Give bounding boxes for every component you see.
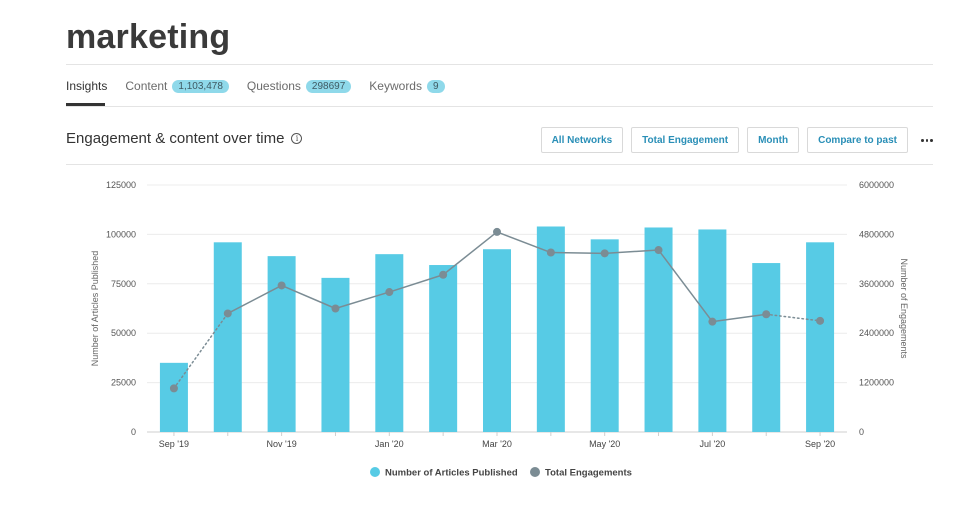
point-engagements [546, 248, 555, 257]
info-icon[interactable]: i [291, 133, 303, 144]
bar-articles [752, 263, 781, 432]
x-tick-label: Nov '19 [266, 439, 296, 449]
y-tick-label: 100000 [106, 229, 136, 239]
line-segment-engagements [389, 274, 444, 293]
point-engagements [654, 246, 663, 255]
more-options-icon[interactable] [920, 128, 934, 152]
chart-toolbar: All Networks Total Engagement Month Comp… [533, 127, 934, 153]
x-tick-label: Jul '20 [700, 439, 726, 449]
bar-articles [267, 256, 296, 432]
point-engagements [816, 316, 825, 325]
point-engagements [708, 317, 717, 326]
x-tick-label: Sep '19 [159, 439, 189, 449]
legend-label-engagements: Total Engagements [545, 468, 632, 479]
y2-tick-label: 2400000 [859, 328, 894, 338]
line-segment-engagements [657, 249, 713, 323]
tab-questions[interactable]: Questions 298697 [246, 78, 352, 94]
divider [66, 164, 933, 165]
bar-articles [536, 226, 565, 432]
bar-articles [483, 249, 511, 432]
metric-dropdown[interactable]: Total Engagement [631, 127, 740, 153]
y-tick-label: 25000 [111, 378, 136, 388]
y2-tick-label: 1200000 [859, 378, 894, 388]
tab-content[interactable]: Content 1,103,478 [125, 78, 229, 94]
point-engagements [762, 310, 771, 319]
y-tick-label: 75000 [111, 279, 136, 289]
point-engagements [385, 288, 394, 297]
line-segment-engagements [712, 313, 767, 323]
section-header: Engagement & content over time i [66, 130, 303, 147]
y2-axis-title: Number of Engagements [899, 258, 909, 359]
period-dropdown[interactable]: Month [747, 127, 800, 153]
point-engagements [169, 384, 178, 393]
count-badge: 1,103,478 [172, 79, 229, 93]
count-badge: 9 [426, 79, 445, 93]
line-segment-engagements [496, 231, 552, 254]
point-engagements [493, 227, 501, 236]
tab-keywords[interactable]: Keywords 9 [369, 78, 445, 94]
section-title: Engagement & content over time [66, 130, 285, 147]
bar-articles [375, 254, 404, 432]
bar-articles [159, 362, 188, 432]
tab-insights[interactable]: Insights [66, 78, 107, 94]
y-tick-label: 50000 [111, 328, 136, 338]
compare-button[interactable]: Compare to past [807, 127, 908, 153]
point-engagements [600, 249, 609, 258]
line-segment-engagements [281, 284, 336, 310]
count-badge: 298697 [305, 79, 352, 93]
y2-tick-label: 3600000 [859, 279, 894, 289]
divider [66, 64, 933, 65]
line-segment-engagements [604, 249, 659, 255]
y2-tick-label: 6000000 [859, 180, 894, 190]
line-segment-engagements [335, 291, 390, 310]
line-segment-engagements [550, 251, 605, 255]
y-tick-label: 0 [131, 427, 136, 437]
x-tick-label: May '20 [589, 439, 620, 449]
point-engagements [331, 304, 340, 313]
line-segment-engagements [227, 284, 282, 315]
y-axis-title: Number of Articles Published [90, 251, 100, 367]
bar-articles [698, 229, 727, 432]
tab-label: Insights [66, 79, 108, 93]
tab-label: Keywords [369, 79, 422, 93]
point-engagements [223, 309, 232, 318]
point-engagements [439, 270, 448, 279]
bar-articles [321, 277, 350, 432]
legend-label-articles: Number of Articles Published [385, 468, 518, 479]
bar-articles [590, 239, 619, 432]
line-segment-engagements [173, 312, 229, 390]
line-segment-engagements [442, 231, 498, 276]
bar-articles [429, 265, 458, 432]
tab-label: Questions [246, 79, 301, 93]
tab-label: Content [125, 79, 168, 93]
tab-bar: Insights Content 1,103,478 Questions 298… [66, 78, 463, 106]
bar-articles [806, 242, 835, 432]
line-segment-engagements [765, 313, 821, 322]
page-title: marketing [66, 18, 231, 56]
legend-swatch-articles [370, 467, 380, 477]
legend-swatch-engagements [530, 467, 540, 477]
y2-tick-label: 0 [859, 427, 864, 437]
y-tick-label: 125000 [106, 180, 136, 190]
x-tick-label: Jan '20 [375, 439, 404, 449]
networks-dropdown[interactable]: All Networks [540, 127, 624, 153]
point-engagements [277, 281, 286, 290]
x-tick-label: Sep '20 [805, 439, 835, 449]
bar-articles [213, 242, 242, 432]
y2-tick-label: 4800000 [859, 229, 894, 239]
divider [66, 106, 933, 107]
x-tick-label: Mar '20 [482, 439, 512, 449]
bar-articles [644, 227, 673, 432]
